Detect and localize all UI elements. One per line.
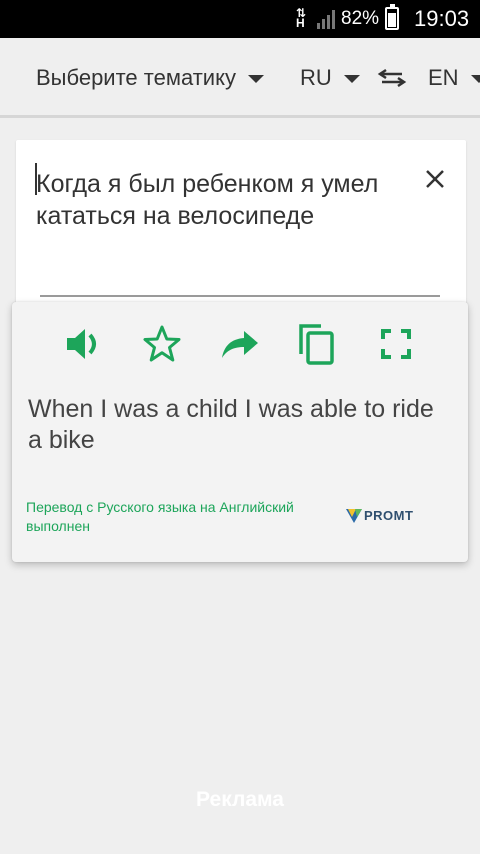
signal-icon	[317, 10, 335, 29]
source-language-selector[interactable]: RU	[300, 65, 360, 91]
source-text-input[interactable]: Когда я был ребенком я умел кататься на …	[36, 168, 396, 232]
chevron-down-icon	[470, 75, 480, 83]
speaker-icon[interactable]	[62, 322, 106, 366]
fullscreen-icon[interactable]	[374, 322, 418, 366]
chevron-down-icon	[343, 75, 360, 83]
chevron-down-icon	[247, 75, 264, 83]
status-bar: ⇅ H 82% 19:03	[0, 0, 480, 38]
network-indicator: ⇅ H	[296, 6, 307, 30]
target-language-selector[interactable]: EN	[428, 65, 480, 91]
swap-languages-icon[interactable]	[376, 66, 408, 90]
topic-label: Выберите тематику	[36, 65, 236, 90]
source-language-label: RU	[300, 65, 332, 90]
translated-text: When I was a child I was able to ride a …	[28, 395, 434, 454]
translation-card: When I was a child I was able to ride a …	[12, 302, 468, 562]
battery-percent: 82%	[341, 8, 380, 29]
promt-logo-icon	[346, 508, 362, 523]
promt-logo-text: PROMT	[364, 508, 414, 523]
star-icon[interactable]	[140, 322, 184, 366]
clock: 19:03	[414, 6, 470, 31]
promt-logo: PROMT	[346, 508, 413, 523]
input-underline	[40, 295, 440, 297]
target-language-label: EN	[428, 65, 459, 90]
translation-credit: Перевод с Русского языка на Английский в…	[26, 499, 294, 534]
topic-selector[interactable]: Выберите тематику	[36, 65, 264, 91]
toolbar: Выберите тематику RU EN	[0, 38, 480, 118]
battery-icon	[385, 4, 399, 30]
ad-label: Реклама	[196, 788, 284, 811]
copy-icon[interactable]	[294, 322, 338, 366]
close-icon[interactable]	[424, 168, 446, 190]
share-icon[interactable]	[218, 322, 262, 366]
